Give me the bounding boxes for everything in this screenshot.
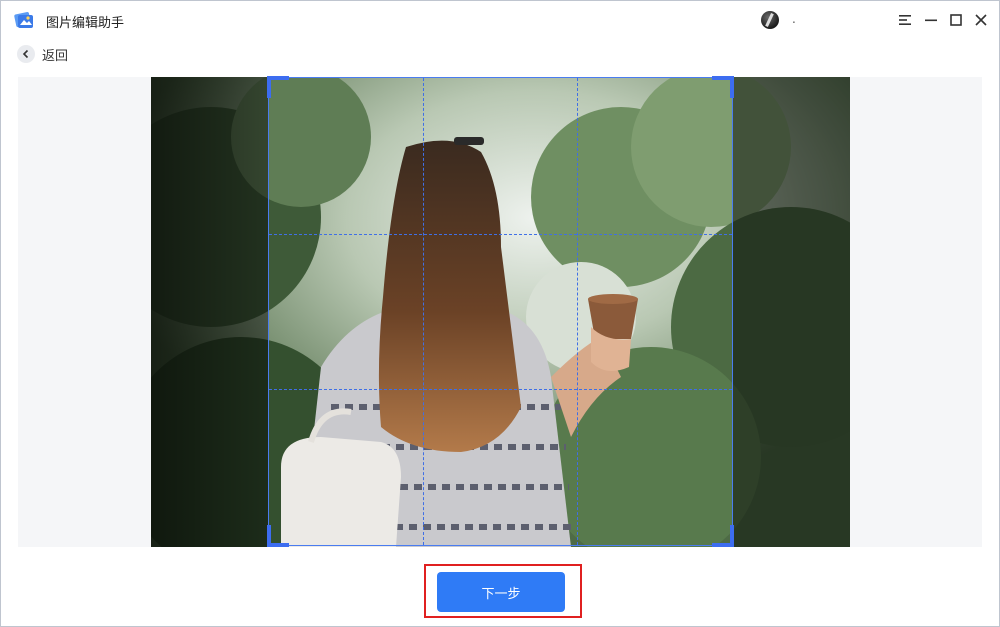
crop-grid-line bbox=[269, 389, 732, 390]
crop-handle-bottom-left[interactable] bbox=[267, 525, 289, 547]
crop-handle-top-left[interactable] bbox=[267, 76, 289, 98]
user-avatar[interactable] bbox=[761, 11, 779, 29]
title-bar: 图片编辑助手 . bbox=[1, 1, 999, 39]
menu-icon[interactable] bbox=[895, 10, 915, 30]
next-step-button[interactable]: 下一步 bbox=[437, 572, 565, 612]
photo-editor-logo-icon bbox=[13, 9, 35, 31]
minimize-icon[interactable] bbox=[921, 10, 941, 30]
chevron-left-icon bbox=[17, 45, 35, 63]
user-name[interactable]: . bbox=[792, 12, 796, 26]
crop-handle-top-right[interactable] bbox=[712, 76, 734, 98]
app-window: 图片编辑助手 . 返回 bbox=[0, 0, 1000, 627]
crop-handle-bottom-right[interactable] bbox=[712, 525, 734, 547]
app-title: 图片编辑助手 bbox=[46, 12, 124, 31]
back-button[interactable]: 返回 bbox=[17, 44, 68, 64]
crop-grid-line bbox=[423, 78, 424, 545]
crop-grid-line bbox=[577, 78, 578, 545]
back-label: 返回 bbox=[42, 45, 68, 64]
crop-grid-line bbox=[269, 234, 732, 235]
maximize-icon[interactable] bbox=[946, 10, 966, 30]
close-icon[interactable] bbox=[971, 10, 991, 30]
editor-canvas bbox=[18, 77, 982, 547]
crop-frame[interactable] bbox=[268, 77, 733, 546]
